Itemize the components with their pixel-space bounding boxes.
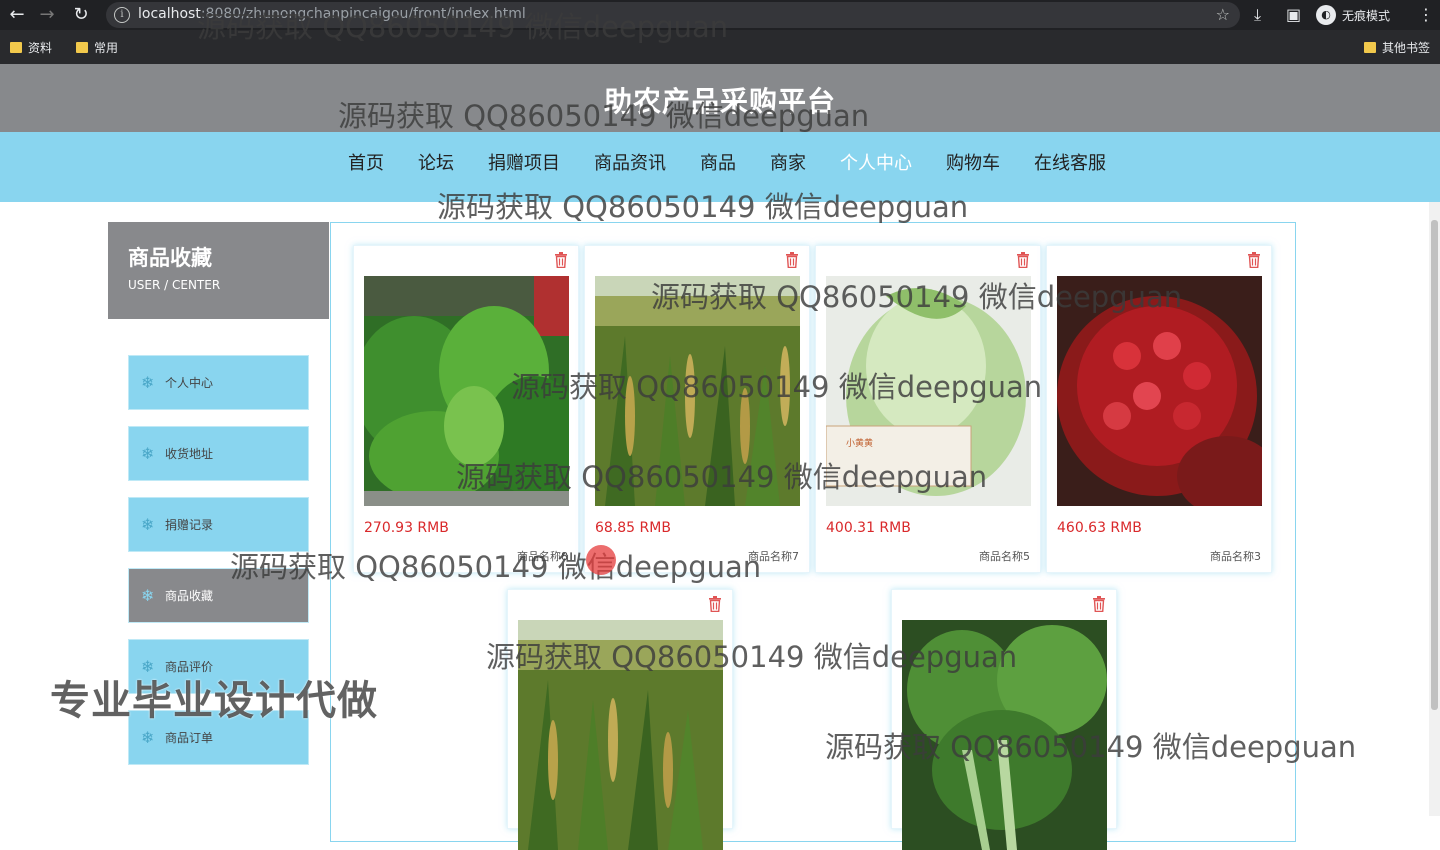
- snowflake-icon: ❄: [141, 657, 155, 676]
- bookmark-star-icon[interactable]: ☆: [1216, 5, 1230, 24]
- sidebar-item-favorites[interactable]: ❄ 商品收藏: [128, 568, 309, 623]
- product-price: 460.63 RMB: [1057, 520, 1142, 536]
- forward-icon[interactable]: →: [36, 4, 58, 26]
- product-card[interactable]: 270.93 RMB 商品名称8: [353, 245, 579, 573]
- sidebar-item-address[interactable]: ❄ 收货地址: [128, 426, 309, 481]
- scrollbar-thumb[interactable]: [1431, 220, 1438, 710]
- trash-icon[interactable]: [708, 596, 722, 612]
- sidebar-subtitle: USER / CENTER: [128, 278, 221, 292]
- bookmark-folder[interactable]: 常用: [76, 39, 118, 56]
- trash-icon[interactable]: [554, 252, 568, 268]
- nav-merchants[interactable]: 商家: [753, 152, 823, 176]
- sidebar-item-orders[interactable]: ❄ 商品订单: [128, 710, 309, 765]
- product-price: 270.93 RMB: [364, 520, 449, 536]
- product-image-cabbage[interactable]: 小黄黄: [826, 276, 1031, 506]
- snowflake-icon: ❄: [141, 373, 155, 392]
- menu-icon[interactable]: ⋮: [1418, 5, 1434, 24]
- trash-icon[interactable]: [1016, 252, 1030, 268]
- browser-toolbar: ← → ↻ i localhost:8080/zhunongchanpincai…: [0, 0, 1440, 30]
- nav-news[interactable]: 商品资讯: [577, 152, 683, 176]
- snowflake-icon: ❄: [141, 515, 155, 534]
- product-card[interactable]: 460.63 RMB 商品名称3: [1046, 245, 1272, 573]
- sidebar-title: 商品收藏: [128, 246, 212, 270]
- product-price: 68.85 RMB: [595, 520, 671, 536]
- product-name: 商品名称7: [748, 550, 799, 563]
- trash-icon[interactable]: [785, 252, 799, 268]
- trash-icon[interactable]: [1247, 252, 1261, 268]
- sidebar-item-donations[interactable]: ❄ 捐赠记录: [128, 497, 309, 552]
- site-title: 助农产品采购平台: [603, 85, 836, 118]
- product-card[interactable]: [507, 589, 733, 850]
- bookmark-folder[interactable]: 资料: [10, 39, 52, 56]
- incognito-badge[interactable]: ◐ 无痕模式: [1316, 3, 1390, 27]
- sidebar-header: 商品收藏 USER / CENTER: [108, 222, 329, 319]
- nav-user-center[interactable]: 个人中心: [823, 152, 929, 176]
- product-card[interactable]: 小黄黄 400.31 RMB 商品名称5: [815, 245, 1041, 573]
- product-card[interactable]: 68.85 RMB 商品名称7: [584, 245, 810, 573]
- trash-icon[interactable]: [1092, 596, 1106, 612]
- url-text[interactable]: localhost:8080/zhunongchanpincaigou/fron…: [138, 6, 526, 22]
- address-bar[interactable]: i localhost:8080/zhunongchanpincaigou/fr…: [106, 2, 1240, 28]
- product-price: 400.31 RMB: [826, 520, 911, 536]
- product-image-pomegranate[interactable]: [1057, 276, 1262, 506]
- product-image-millet-field[interactable]: [595, 276, 800, 506]
- site-header: 助农产品采购平台: [0, 64, 1440, 132]
- nav-cart[interactable]: 购物车: [929, 152, 1017, 176]
- sidebar-item-reviews[interactable]: ❄ 商品评价: [128, 639, 309, 694]
- product-name: 商品名称8: [517, 550, 568, 563]
- nav-products[interactable]: 商品: [683, 152, 753, 176]
- site-info-icon[interactable]: i: [114, 7, 130, 23]
- page-scrollbar[interactable]: [1429, 202, 1440, 816]
- snowflake-icon: ❄: [141, 444, 155, 463]
- product-card[interactable]: [891, 589, 1117, 850]
- nav-donation[interactable]: 捐赠项目: [471, 152, 577, 176]
- folder-icon: [10, 42, 22, 53]
- nav-forum[interactable]: 论坛: [401, 152, 471, 176]
- reload-icon[interactable]: ↻: [70, 4, 92, 26]
- nav-home[interactable]: 首页: [331, 152, 401, 176]
- bookmarks-bar: 资料 常用 其他书签: [0, 30, 1440, 64]
- folder-icon: [76, 42, 88, 53]
- product-name: 商品名称5: [979, 550, 1030, 563]
- main-nav: 首页 论坛 捐赠项目 商品资讯 商品 商家 个人中心 购物车 在线客服: [0, 132, 1440, 202]
- snowflake-icon: ❄: [141, 586, 155, 605]
- side-panel-icon[interactable]: ▣: [1286, 5, 1301, 24]
- product-image-leafy-greens[interactable]: [364, 276, 569, 506]
- incognito-icon: ◐: [1316, 5, 1336, 25]
- image-stamp: 小黄黄: [846, 437, 873, 449]
- other-bookmarks[interactable]: 其他书签: [1364, 39, 1430, 56]
- back-icon[interactable]: ←: [6, 4, 28, 26]
- folder-icon: [1364, 42, 1376, 53]
- product-name: 商品名称3: [1210, 550, 1261, 563]
- nav-support[interactable]: 在线客服: [1017, 152, 1123, 176]
- snowflake-icon: ❄: [141, 728, 155, 747]
- sidebar-item-user-center[interactable]: ❄ 个人中心: [128, 355, 309, 410]
- cursor-highlight: [586, 545, 616, 575]
- download-icon[interactable]: ⤓: [1254, 5, 1261, 25]
